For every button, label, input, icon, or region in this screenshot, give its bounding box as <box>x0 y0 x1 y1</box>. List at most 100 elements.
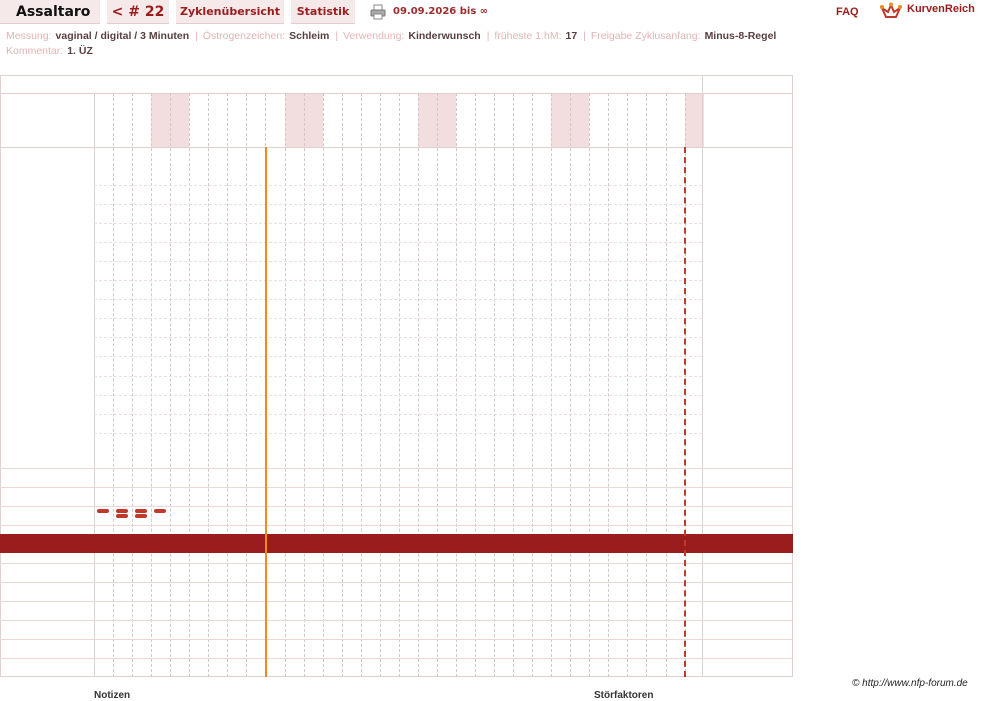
crown-logo-icon[interactable] <box>880 2 902 20</box>
weekend-column <box>417 93 437 147</box>
temp-grid-line <box>94 185 702 186</box>
divider <box>702 75 703 677</box>
grid-line <box>341 93 343 677</box>
grid-line <box>360 93 362 677</box>
grid-line <box>646 93 648 677</box>
cycle-chart <box>0 0 981 696</box>
divider <box>0 93 793 94</box>
weekend-column <box>436 93 456 147</box>
bleeding-mark <box>135 509 148 513</box>
separator: | <box>583 30 586 42</box>
grid-line <box>151 93 153 677</box>
grid-line <box>132 93 134 677</box>
temp-grid-line <box>94 375 702 377</box>
divider <box>0 658 793 659</box>
meta-value: Minus-8-Regel <box>704 30 777 42</box>
grid-line <box>627 93 629 677</box>
meta-value: 1. ÜZ <box>67 45 93 57</box>
separator: | <box>486 30 490 42</box>
temp-grid-line <box>94 413 702 415</box>
temp-grid-line <box>94 280 702 282</box>
cycle-day-bar <box>0 534 793 553</box>
meta-value: Kinderwunsch <box>408 30 481 42</box>
grid-line <box>208 93 210 677</box>
meta-key: Freigabe Zyklusanfang: <box>590 30 701 42</box>
temp-grid-line <box>94 242 702 244</box>
grid-line <box>589 93 591 677</box>
grid-line <box>113 93 115 677</box>
brand-name[interactable]: KurvenReich <box>907 3 975 15</box>
today-line <box>684 147 687 677</box>
meta-key: Kommentar: <box>6 45 64 57</box>
printer-icon[interactable] <box>370 4 386 20</box>
faq-link[interactable]: FAQ <box>836 6 859 18</box>
meta-key: Messung: <box>6 30 52 42</box>
weekend-column <box>151 93 171 147</box>
copyright-link[interactable]: © http://www.nfp-forum.de <box>852 678 968 689</box>
temp-grid-line <box>94 394 702 396</box>
meta-value: vaginal / digital / 3 Minuten <box>55 30 190 42</box>
grid-line <box>246 93 248 677</box>
temp-grid-line <box>94 261 702 263</box>
weekend-column <box>684 93 704 147</box>
grid-line <box>551 93 553 677</box>
cycle-meta-info: Messung: vaginal / digital / 3 Minuten | Ö… <box>6 29 780 59</box>
meta-key: Östrogenzeichen: <box>202 30 286 42</box>
grid-line <box>665 93 667 677</box>
date-range: 09.09.2026 bis ∞ <box>393 6 489 17</box>
grid-line <box>303 93 305 677</box>
bleeding-mark <box>116 514 129 518</box>
meta-value: Schleim <box>289 30 330 42</box>
grid-line <box>608 93 610 677</box>
user-name-tab[interactable]: Assaltaro <box>0 0 100 24</box>
divider <box>0 468 793 469</box>
grid-line <box>170 93 172 677</box>
weekend-column <box>570 93 590 147</box>
temp-grid-line <box>94 204 702 206</box>
bleeding-mark <box>135 514 148 518</box>
cycle-number-tab[interactable]: < # 22 <box>107 0 169 24</box>
separator: | <box>335 30 339 42</box>
divider <box>0 506 793 507</box>
separator: | <box>195 30 198 42</box>
grid-line <box>379 93 381 677</box>
weekend-column <box>303 93 323 147</box>
weekend-column <box>551 93 571 147</box>
weekend-column <box>284 93 304 147</box>
divider <box>0 639 793 640</box>
grid-line <box>284 93 286 677</box>
tab-statistics[interactable]: Statistik <box>291 0 355 24</box>
tab-cycle-overview[interactable]: Zyklenübersicht <box>176 0 284 24</box>
grid-line <box>417 93 419 677</box>
meta-key: Verwendung: <box>343 30 405 42</box>
temp-grid-line <box>94 356 702 358</box>
grid-line <box>436 93 438 677</box>
divider <box>0 525 793 526</box>
grid-line <box>475 93 476 677</box>
divider <box>0 620 793 621</box>
top-navigation: Assaltaro < # 22 Zyklenübersicht Statist… <box>0 0 981 26</box>
bleeding-mark <box>116 509 129 513</box>
weekend-column <box>170 93 190 147</box>
cover-line <box>264 147 267 677</box>
meta-row-1: Messung: vaginal / digital / 3 Minuten | Ö… <box>6 29 780 44</box>
divider <box>0 487 793 488</box>
temp-grid-line <box>94 432 702 434</box>
grid-line <box>398 93 400 677</box>
bleeding-mark <box>154 509 167 513</box>
temp-grid-line <box>94 223 702 225</box>
grid-line <box>227 93 229 677</box>
bleeding-mark <box>97 509 109 513</box>
meta-row-2: Kommentar: 1. ÜZ <box>6 44 780 59</box>
grid-line <box>189 93 191 677</box>
temp-grid-line <box>94 337 702 339</box>
divider <box>0 563 793 564</box>
grid-line <box>494 93 496 677</box>
grid-line <box>322 93 324 677</box>
meta-key: früheste 1.hM: <box>494 30 562 42</box>
grid-line <box>513 93 515 677</box>
divider <box>0 147 793 148</box>
divider <box>0 582 793 583</box>
temp-grid-line <box>94 318 702 320</box>
divider <box>0 601 793 602</box>
